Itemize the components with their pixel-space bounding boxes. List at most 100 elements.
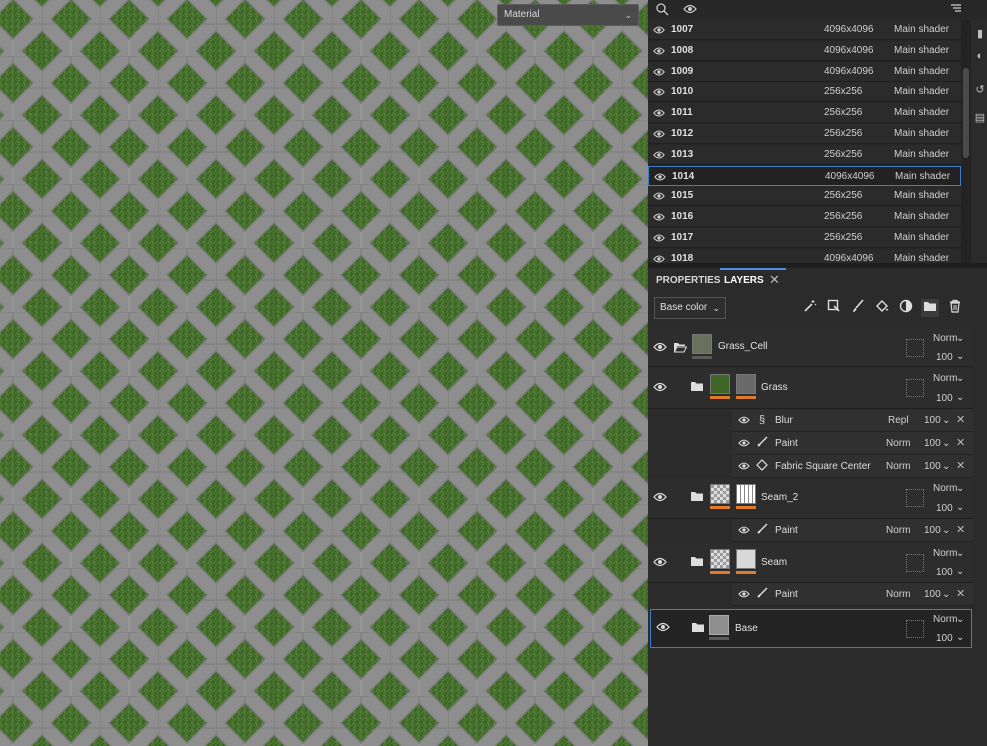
eye-icon[interactable] xyxy=(653,66,665,78)
effect-blend-mode[interactable]: Norm xyxy=(886,583,910,606)
remove-effect-icon[interactable]: ✕ xyxy=(956,583,965,606)
layer-name[interactable]: Seam xyxy=(761,557,787,569)
texture-set-row[interactable]: 1011 256x256 Main shader xyxy=(648,103,961,124)
layer-grass-cell[interactable]: Grass_Cell Norm ⌄ 100 ⌄ xyxy=(648,327,973,367)
effect-blend-mode[interactable]: Norm xyxy=(886,432,910,455)
shader-settings-icon[interactable]: ◐ xyxy=(974,50,986,62)
blend-mode-select[interactable]: Norm xyxy=(933,483,957,495)
filter-list-icon[interactable] xyxy=(948,2,964,18)
folder-icon[interactable] xyxy=(691,622,705,633)
chevron-down-icon[interactable]: ⌄ xyxy=(956,333,964,345)
opacity-value[interactable]: 100 xyxy=(936,503,953,515)
layer-mask-thumbnail[interactable] xyxy=(736,549,756,574)
effect-name[interactable]: Paint xyxy=(775,432,798,455)
chevron-down-icon[interactable]: ⌄ xyxy=(956,392,964,404)
eye-icon[interactable] xyxy=(653,211,665,223)
layer-name[interactable]: Grass xyxy=(761,382,788,394)
blend-mode-select[interactable]: Norm xyxy=(933,373,957,385)
magic-wand-icon[interactable] xyxy=(801,299,819,317)
effect-paint[interactable]: Paint Norm 100 ⌄ ✕ xyxy=(732,432,973,455)
chevron-down-icon[interactable]: ⌄ xyxy=(942,409,950,432)
remove-effect-icon[interactable]: ✕ xyxy=(956,409,965,432)
texture-set-row[interactable]: 1013 256x256 Main shader xyxy=(648,144,961,165)
layers-scrollbar[interactable] xyxy=(974,327,987,746)
texture-set-row[interactable]: 1007 4096x4096 Main shader xyxy=(648,20,961,40)
texture-set-row[interactable]: 1018 4096x4096 Main shader xyxy=(648,248,961,263)
remove-effect-icon[interactable]: ✕ xyxy=(956,455,965,478)
blend-mode-select[interactable]: Norm xyxy=(933,548,957,560)
blend-mode-select[interactable]: Norm xyxy=(933,614,957,626)
texture-set-row[interactable]: 1016 256x256 Main shader xyxy=(648,207,961,228)
eye-icon[interactable] xyxy=(738,589,750,599)
texture-set-row[interactable]: 1010 256x256 Main shader xyxy=(648,82,961,103)
layer-name[interactable]: Grass_Cell xyxy=(718,341,767,353)
eye-icon[interactable] xyxy=(656,621,670,633)
layer-thumbnail[interactable] xyxy=(692,334,712,359)
effect-opacity[interactable]: 100 xyxy=(924,409,941,432)
eye-icon[interactable] xyxy=(653,190,665,202)
texture-set-scrollbar[interactable] xyxy=(961,20,971,263)
uv-island-icon[interactable] xyxy=(654,2,670,18)
eye-icon[interactable] xyxy=(653,86,665,98)
channel-select[interactable]: Base color ⌄ xyxy=(654,297,726,319)
layer-color-thumbnail[interactable] xyxy=(710,549,730,574)
opacity-value[interactable]: 100 xyxy=(936,393,953,405)
effect-name[interactable]: Blur xyxy=(775,409,793,432)
layer-base[interactable]: Base Norm ⌄ 100 ⌄ xyxy=(650,609,972,648)
folder-icon[interactable] xyxy=(690,491,704,502)
effect-opacity[interactable]: 100 xyxy=(924,455,941,478)
log-icon[interactable]: ▤ xyxy=(974,112,986,124)
fill-projection-icon[interactable] xyxy=(825,299,843,317)
eye-icon[interactable] xyxy=(653,491,667,503)
texture-set-row[interactable]: 1008 4096x4096 Main shader xyxy=(648,40,961,61)
eye-icon[interactable] xyxy=(738,438,750,448)
chevron-down-icon[interactable]: ⌄ xyxy=(956,483,964,495)
eye-icon[interactable] xyxy=(653,341,667,353)
eye-icon[interactable] xyxy=(738,415,750,425)
eye-icon[interactable] xyxy=(653,232,665,244)
layer-name[interactable]: Seam_2 xyxy=(761,492,798,504)
history-icon[interactable]: ↺ xyxy=(974,84,986,96)
chevron-down-icon[interactable]: ⌄ xyxy=(956,373,964,385)
opacity-value[interactable]: 100 xyxy=(936,567,953,579)
effect-blend-mode[interactable]: Norm xyxy=(886,519,910,542)
eye-icon[interactable] xyxy=(738,525,750,535)
chevron-down-icon[interactable]: ⌄ xyxy=(956,614,964,626)
layer-mask-thumbnail[interactable] xyxy=(736,484,756,509)
eye-icon[interactable] xyxy=(653,107,665,119)
effect-name[interactable]: Paint xyxy=(775,519,798,542)
folder-icon[interactable] xyxy=(921,299,939,317)
effect-opacity[interactable]: 100 xyxy=(924,519,941,542)
eye-icon[interactable] xyxy=(653,556,667,568)
layer-seam-2[interactable]: Seam_2 Norm ⌄ 100 ⌄ xyxy=(648,478,973,519)
effect-opacity[interactable]: 100 xyxy=(924,432,941,455)
close-icon[interactable]: ✕ xyxy=(769,272,780,288)
eye-icon[interactable] xyxy=(653,381,667,393)
chevron-down-icon[interactable]: ⌄ xyxy=(956,351,964,363)
effect-opacity[interactable]: 100 xyxy=(924,583,941,606)
eye-icon[interactable] xyxy=(653,24,665,36)
layer-thumbnail[interactable] xyxy=(709,615,729,640)
effect-paint[interactable]: Paint Norm 100 ⌄ ✕ xyxy=(732,519,973,542)
opacity-value[interactable]: 100 xyxy=(936,633,953,645)
texture-set-row[interactable]: 1012 256x256 Main shader xyxy=(648,124,961,144)
folder-icon[interactable] xyxy=(690,556,704,567)
scrollbar-thumb[interactable] xyxy=(963,68,969,158)
fill-bucket-icon[interactable] xyxy=(873,299,891,317)
folder-icon[interactable] xyxy=(690,381,704,392)
texture-set-row[interactable]: 1014 4096x4096 Main shader xyxy=(648,165,961,186)
blend-mode-select[interactable]: Norm xyxy=(933,333,957,345)
layer-grass[interactable]: Grass Norm ⌄ 100 ⌄ xyxy=(648,368,973,409)
smart-material-icon[interactable] xyxy=(897,299,915,317)
texture-set-row[interactable]: 1015 256x256 Main shader xyxy=(648,186,961,207)
eye-icon[interactable] xyxy=(738,461,750,471)
brush-icon[interactable] xyxy=(849,299,867,317)
display-settings-icon[interactable]: ▮ xyxy=(974,28,986,40)
eye-icon[interactable] xyxy=(653,253,665,263)
layer-color-thumbnail[interactable] xyxy=(710,374,730,399)
effect-blend-mode[interactable]: Norm xyxy=(886,455,910,478)
opacity-value[interactable]: 100 xyxy=(936,352,953,364)
3d-viewport[interactable]: Material ⌄ xyxy=(0,0,648,746)
chevron-down-icon[interactable]: ⌄ xyxy=(956,566,964,578)
chevron-down-icon[interactable]: ⌄ xyxy=(942,519,950,542)
